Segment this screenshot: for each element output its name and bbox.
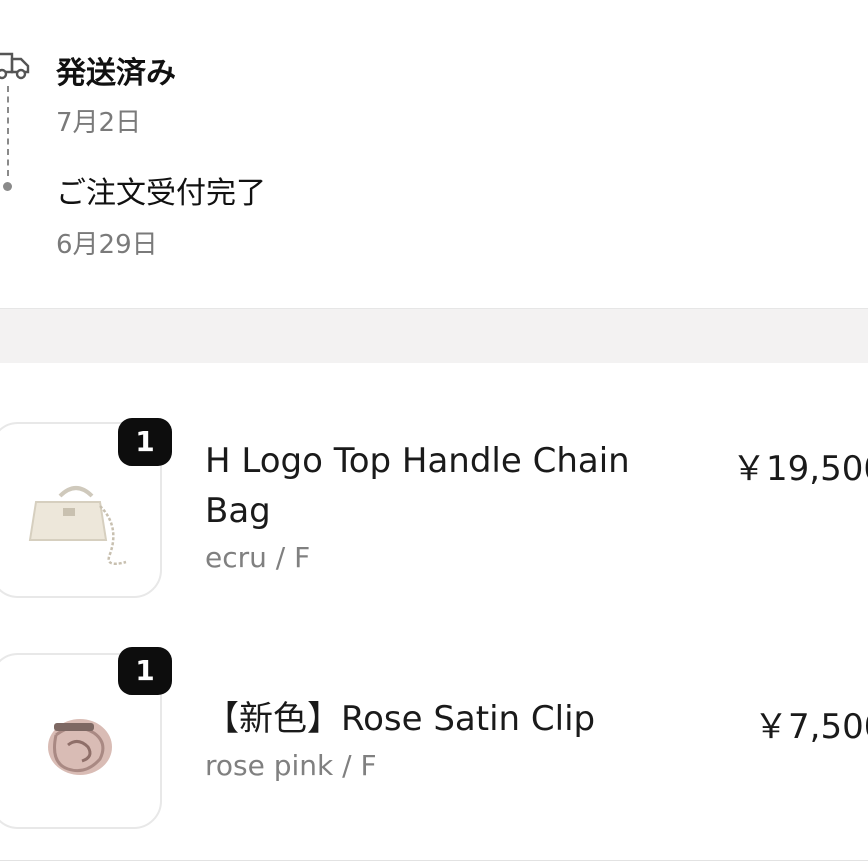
shipping-timeline: 発送済み 7月2日 ご注文受付完了 6月29日 bbox=[0, 0, 868, 308]
truck-icon bbox=[0, 52, 30, 80]
product-variant: ecru / F bbox=[205, 541, 311, 574]
bottom-divider bbox=[0, 860, 868, 861]
section-separator bbox=[0, 308, 868, 364]
dot-icon bbox=[3, 182, 12, 191]
timeline-connector bbox=[7, 86, 9, 176]
timeline-event-title-shipped: 発送済み bbox=[56, 56, 176, 91]
quantity-badge: 1 bbox=[118, 418, 172, 466]
product-name[interactable]: 【新色】Rose Satin Clip bbox=[205, 694, 675, 744]
timeline-event-date-ordered: 6月29日 bbox=[56, 230, 158, 260]
order-item-list: 1 H Logo Top Handle Chain Bag ecru / F ￥… bbox=[0, 363, 868, 868]
quantity-badge: 1 bbox=[118, 647, 172, 695]
timeline-event-date-shipped: 7月2日 bbox=[56, 108, 142, 138]
product-name[interactable]: H Logo Top Handle Chain Bag bbox=[205, 436, 675, 536]
timeline-event-title-ordered: ご注文受付完了 bbox=[56, 176, 266, 211]
product-price: ￥7,500 bbox=[754, 707, 868, 747]
product-variant: rose pink / F bbox=[205, 749, 377, 782]
product-price: ￥19,500 bbox=[732, 449, 868, 489]
